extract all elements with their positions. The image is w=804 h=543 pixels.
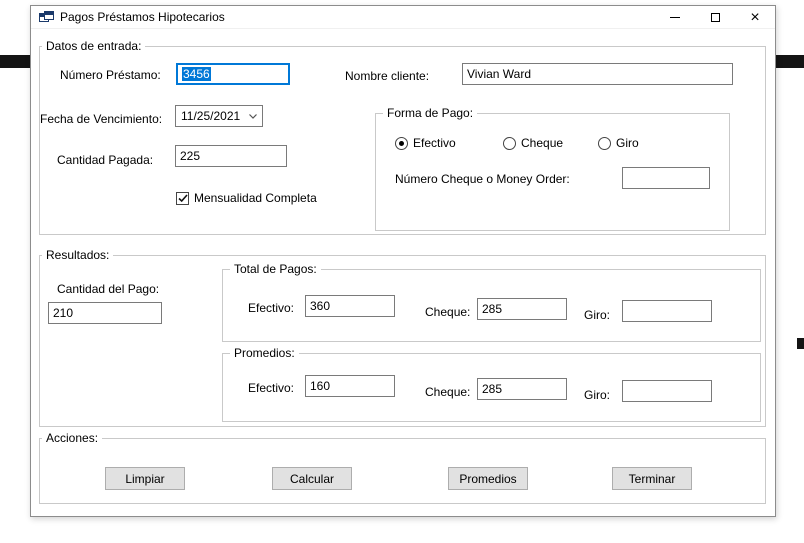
numero-prestamo-label: Número Préstamo: [60, 68, 161, 82]
cantidad-pagada-input[interactable] [175, 145, 287, 167]
calcular-button[interactable]: Calcular [272, 467, 352, 490]
cantidad-pago-label: Cantidad del Pago: [57, 282, 160, 296]
total-efectivo-input[interactable] [305, 295, 395, 317]
radio-efectivo-label: Efectivo [413, 136, 456, 150]
promedio-cheque-label: Cheque: [425, 385, 471, 399]
mensualidad-completa-label: Mensualidad Completa [194, 191, 317, 205]
radio-unselected-icon [503, 136, 516, 150]
total-giro-input[interactable] [622, 300, 712, 322]
window-title: Pagos Préstamos Hipotecarios [60, 10, 225, 24]
radio-giro-label: Giro [616, 136, 639, 150]
cantidad-pago-input[interactable] [48, 302, 162, 324]
numero-cheque-input[interactable] [622, 167, 710, 189]
limpiar-button[interactable]: Limpiar [105, 467, 185, 490]
background-window-fragment-right [774, 55, 804, 68]
total-cheque-input[interactable] [477, 298, 567, 320]
close-icon: × [750, 8, 760, 26]
mensualidad-completa-checkbox[interactable]: Mensualidad Completa [176, 191, 317, 205]
promedio-efectivo-label: Efectivo: [248, 381, 295, 395]
groupbox-forma-pago-legend: Forma de Pago: [383, 106, 478, 120]
nombre-cliente-label: Nombre cliente: [345, 69, 430, 83]
numero-prestamo-value: 3456 [182, 67, 211, 81]
groupbox-datos-entrada-legend: Datos de entrada: [42, 39, 146, 53]
promedio-giro-input[interactable] [622, 380, 712, 402]
promedio-efectivo-input[interactable] [305, 375, 395, 397]
total-cheque-label: Cheque: [425, 305, 471, 319]
fecha-vencimiento-label: Fecha de Vencimiento: [40, 112, 163, 126]
numero-prestamo-input[interactable]: 3456 [176, 63, 290, 85]
radio-unselected-icon [598, 136, 611, 150]
fecha-vencimiento-dropdown[interactable]: 11/25/2021 [175, 105, 263, 127]
total-giro-label: Giro: [584, 308, 611, 322]
radio-selected-icon [395, 136, 408, 150]
app-icon [39, 10, 54, 24]
app-window: Pagos Préstamos Hipotecarios × Datos de … [30, 5, 776, 517]
numero-cheque-label: Número Cheque o Money Order: [395, 172, 570, 186]
background-window-fragment-left [0, 55, 30, 68]
minimize-button[interactable] [655, 6, 695, 29]
terminar-button[interactable]: Terminar [612, 467, 692, 490]
maximize-button[interactable] [695, 6, 735, 29]
checkbox-checked-icon [176, 191, 189, 205]
cantidad-pagada-label: Cantidad Pagada: [57, 153, 154, 167]
groupbox-acciones-legend: Acciones: [42, 431, 103, 445]
radio-efectivo[interactable]: Efectivo [395, 136, 456, 150]
promedio-cheque-input[interactable] [477, 378, 567, 400]
maximize-icon [710, 13, 720, 22]
fecha-vencimiento-value: 11/25/2021 [181, 109, 241, 123]
groupbox-promedios-legend: Promedios: [230, 346, 299, 360]
promedios-button[interactable]: Promedios [448, 467, 528, 490]
groupbox-total-pagos-legend: Total de Pagos: [230, 262, 321, 276]
radio-cheque[interactable]: Cheque [503, 136, 563, 150]
minimize-icon [670, 17, 680, 18]
groupbox-resultados-legend: Resultados: [42, 248, 114, 262]
window-controls: × [655, 6, 775, 29]
radio-cheque-label: Cheque [521, 136, 564, 150]
nombre-cliente-input[interactable] [462, 63, 733, 85]
close-button[interactable]: × [735, 6, 775, 29]
total-efectivo-label: Efectivo: [248, 301, 295, 315]
chevron-down-icon [249, 113, 257, 119]
form-client-area: Datos de entrada: Número Préstamo: 3456 … [31, 29, 775, 516]
background-window-fragment-right-small [797, 338, 804, 349]
title-bar[interactable]: Pagos Préstamos Hipotecarios × [31, 6, 775, 29]
radio-giro[interactable]: Giro [598, 136, 639, 150]
promedio-giro-label: Giro: [584, 388, 611, 402]
